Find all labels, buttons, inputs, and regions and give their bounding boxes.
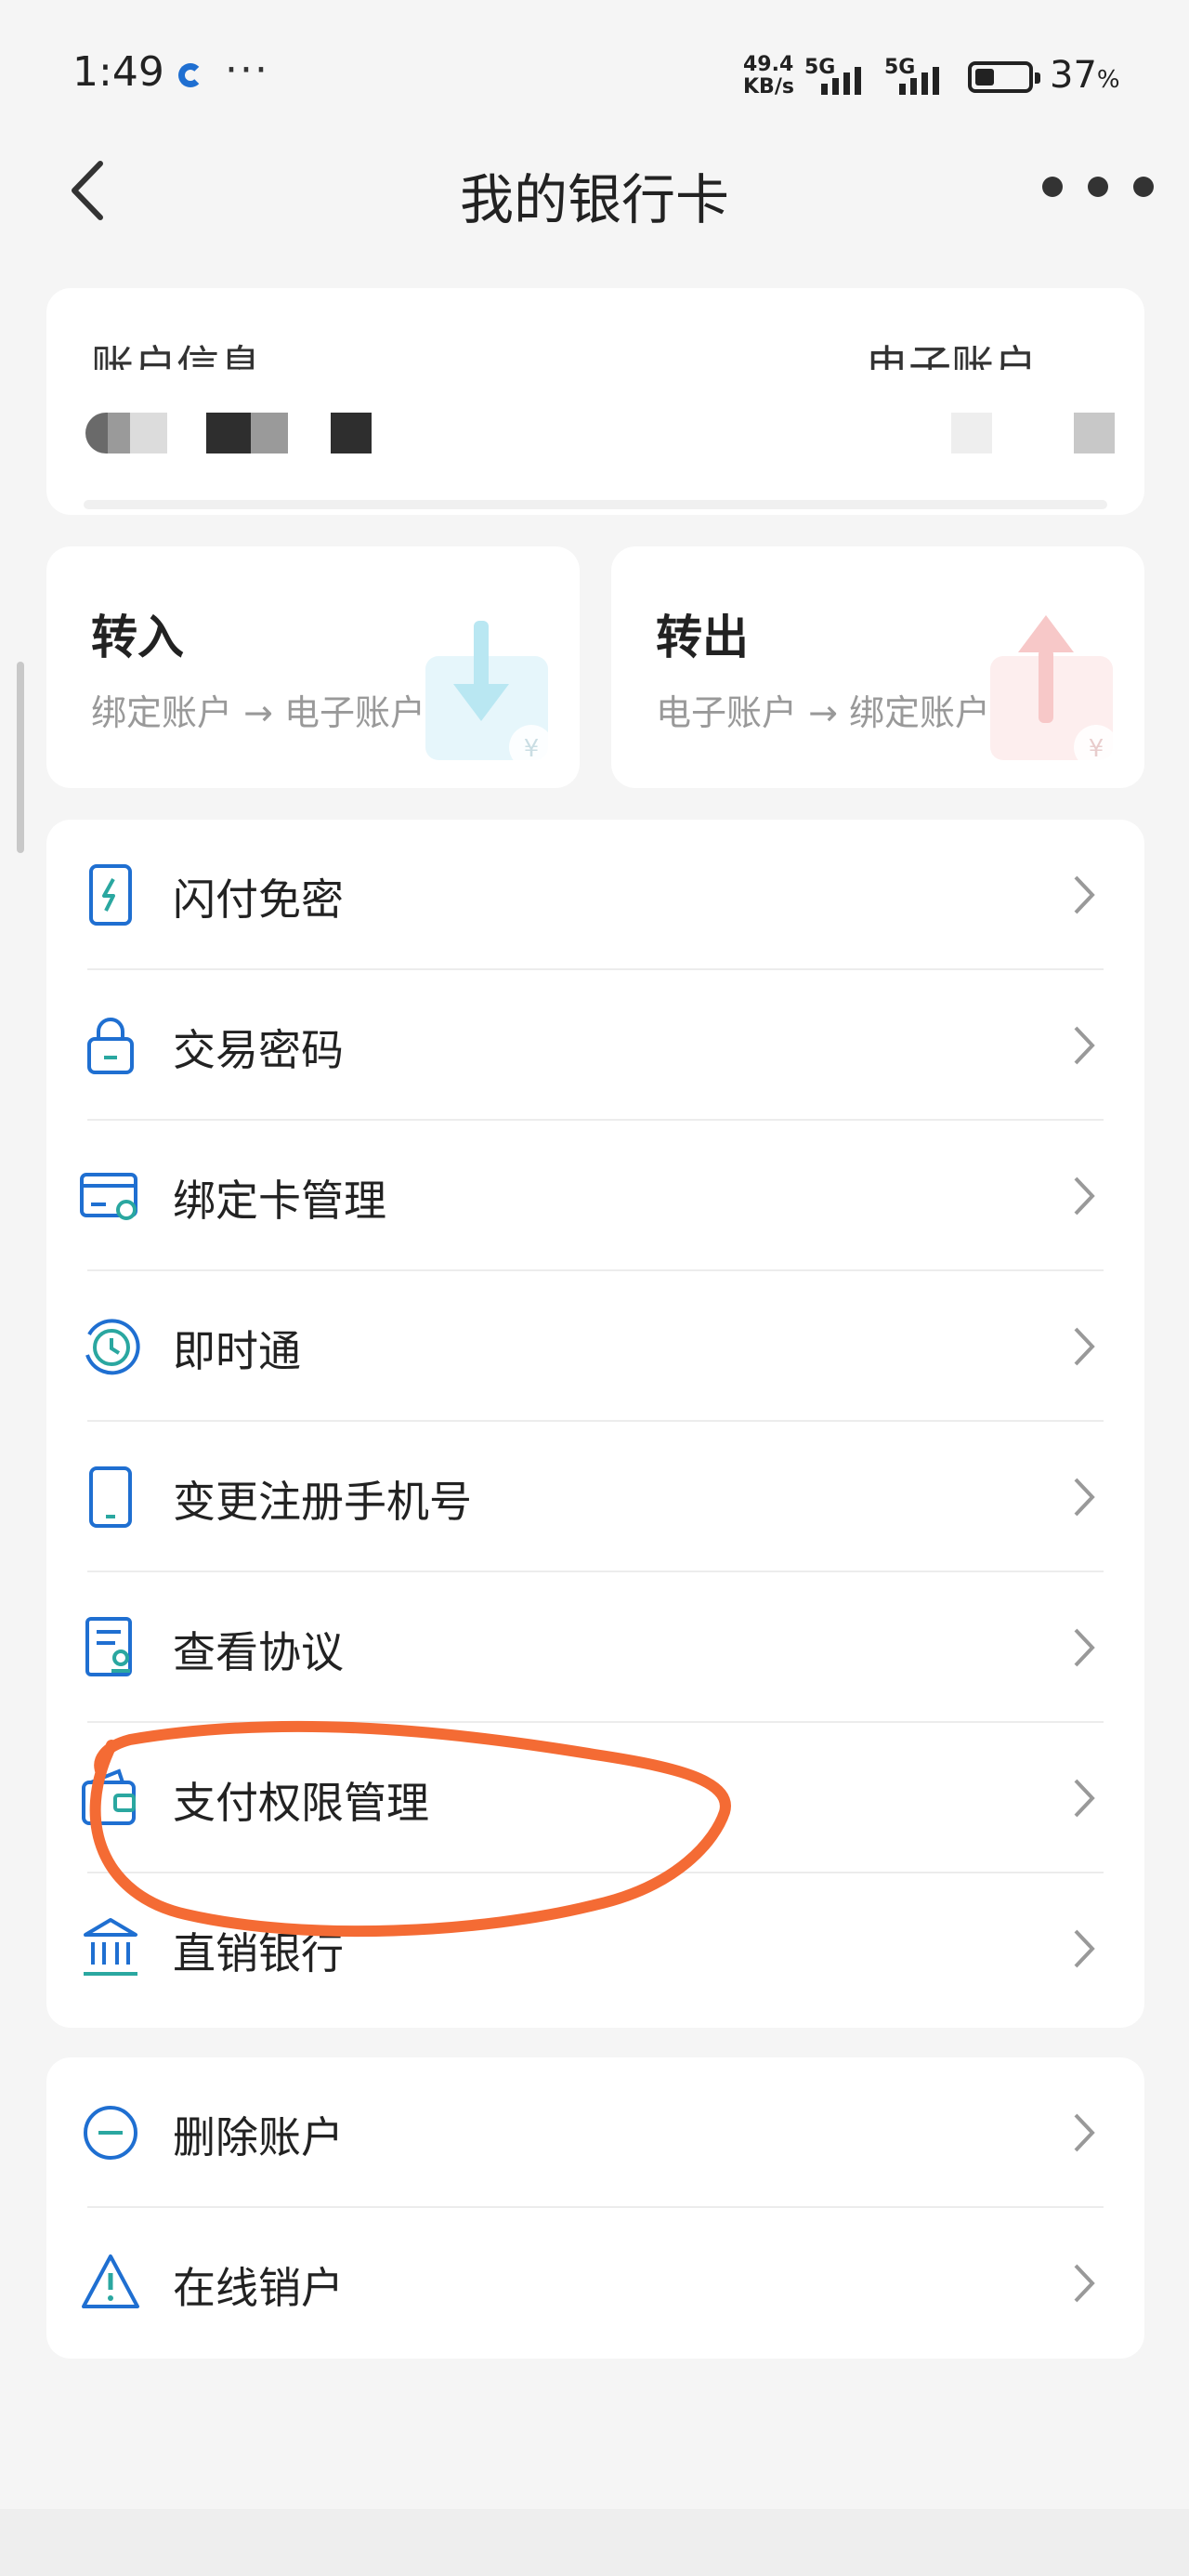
menu-item-payment-permission[interactable]: 支付权限管理 bbox=[46, 1723, 1144, 1873]
svg-text:¥: ¥ bbox=[524, 735, 540, 763]
battery-icon bbox=[968, 61, 1040, 93]
clock-refresh-icon bbox=[85, 1319, 140, 1375]
menu-item-instant-notify[interactable]: 即时通 bbox=[46, 1271, 1144, 1422]
app-notification-icon bbox=[178, 63, 203, 87]
menu-item-direct-bank[interactable]: 直销银行 bbox=[46, 1873, 1144, 2024]
svg-text:¥: ¥ bbox=[1089, 735, 1104, 763]
menu-item-delete-account[interactable]: 删除账户 bbox=[46, 2057, 1144, 2208]
wallet-icon bbox=[82, 1768, 136, 1825]
warning-icon bbox=[82, 2254, 139, 2308]
transfer-out-card[interactable]: 转出 电子账户 → 绑定账户 ¥ bbox=[611, 546, 1144, 788]
transfer-in-card[interactable]: 转入 绑定账户 → 电子账户 ¥ bbox=[46, 546, 580, 788]
menu-label: 删除账户 bbox=[173, 2112, 344, 2162]
transfer-in-arrow-icon: ¥ bbox=[425, 621, 554, 769]
transfer-out-arrow-icon: ¥ bbox=[990, 615, 1118, 769]
menu-label: 支付权限管理 bbox=[173, 1778, 429, 1828]
document-icon bbox=[85, 1617, 132, 1676]
menu-item-quickpay[interactable]: 闪付免密 bbox=[46, 820, 1144, 970]
chevron-right-icon bbox=[1074, 2264, 1095, 2303]
nav-bar: 我的银行卡 bbox=[0, 139, 1189, 242]
chevron-right-icon bbox=[1074, 1779, 1095, 1818]
battery-percent: 37% bbox=[1050, 54, 1120, 97]
menu-label: 闪付免密 bbox=[173, 874, 344, 925]
menu-item-bound-card[interactable]: 绑定卡管理 bbox=[46, 1121, 1144, 1271]
menu-label: 直销银行 bbox=[173, 1928, 344, 1978]
chevron-right-icon bbox=[1074, 1176, 1095, 1216]
menu-label: 变更注册手机号 bbox=[173, 1477, 472, 1527]
transfer-out-title: 转出 bbox=[656, 611, 749, 664]
status-bar: 1:49 ··· 49.4 KB/s 5G 5G 37% bbox=[0, 0, 1189, 139]
lock-icon bbox=[87, 1018, 134, 1074]
menu-label: 在线销户 bbox=[173, 2263, 344, 2313]
transfer-out-subtitle: 电子账户 → 绑定账户 bbox=[656, 692, 990, 733]
chevron-right-icon bbox=[1074, 1628, 1095, 1667]
battery-fill bbox=[975, 69, 994, 85]
bottom-area bbox=[0, 2509, 1189, 2576]
bank-icon bbox=[84, 1918, 137, 1976]
signal-strength-icon-2 bbox=[899, 61, 939, 95]
menu-item-close-account[interactable]: 在线销户 bbox=[46, 2208, 1144, 2359]
more-notifications-icon: ··· bbox=[225, 46, 269, 94]
quickpay-phone-icon bbox=[89, 864, 132, 926]
menu-item-agreements[interactable]: 查看协议 bbox=[46, 1572, 1144, 1723]
network-speed: 49.4 KB/s bbox=[743, 53, 794, 99]
scroll-indicator bbox=[17, 662, 24, 853]
card-settings-icon bbox=[80, 1173, 137, 1220]
chevron-right-icon bbox=[1074, 1026, 1095, 1065]
chevron-right-icon bbox=[1074, 875, 1095, 914]
account-menu: 删除账户 在线销户 bbox=[46, 2057, 1144, 2359]
account-info-card[interactable]: 账户信息 电子账户 bbox=[46, 288, 1144, 515]
transfer-in-subtitle: 绑定账户 → 电子账户 bbox=[91, 692, 425, 733]
menu-label: 即时通 bbox=[173, 1326, 301, 1376]
page-title: 我的银行卡 bbox=[459, 168, 729, 231]
menu-item-trade-password[interactable]: 交易密码 bbox=[46, 970, 1144, 1121]
settings-menu: 闪付免密 交易密码 绑定卡管理 即时通 变更注册手机号 查看协议 支付权限管理 … bbox=[46, 820, 1144, 2028]
chevron-right-icon bbox=[1074, 1327, 1095, 1366]
status-time: 1:49 bbox=[72, 48, 164, 96]
menu-item-change-phone[interactable]: 变更注册手机号 bbox=[46, 1422, 1144, 1572]
more-options-icon[interactable] bbox=[1042, 177, 1154, 204]
menu-label: 查看协议 bbox=[173, 1627, 344, 1677]
phone-icon bbox=[89, 1466, 132, 1528]
chevron-right-icon bbox=[1074, 1478, 1095, 1517]
chevron-right-icon bbox=[1074, 1929, 1095, 1968]
transfer-in-title: 转入 bbox=[91, 611, 184, 664]
signal-strength-icon bbox=[821, 61, 861, 95]
menu-label: 交易密码 bbox=[173, 1025, 344, 1075]
menu-label: 绑定卡管理 bbox=[173, 1176, 386, 1226]
minus-circle-icon bbox=[84, 2106, 137, 2160]
chevron-right-icon bbox=[1074, 2113, 1095, 2152]
